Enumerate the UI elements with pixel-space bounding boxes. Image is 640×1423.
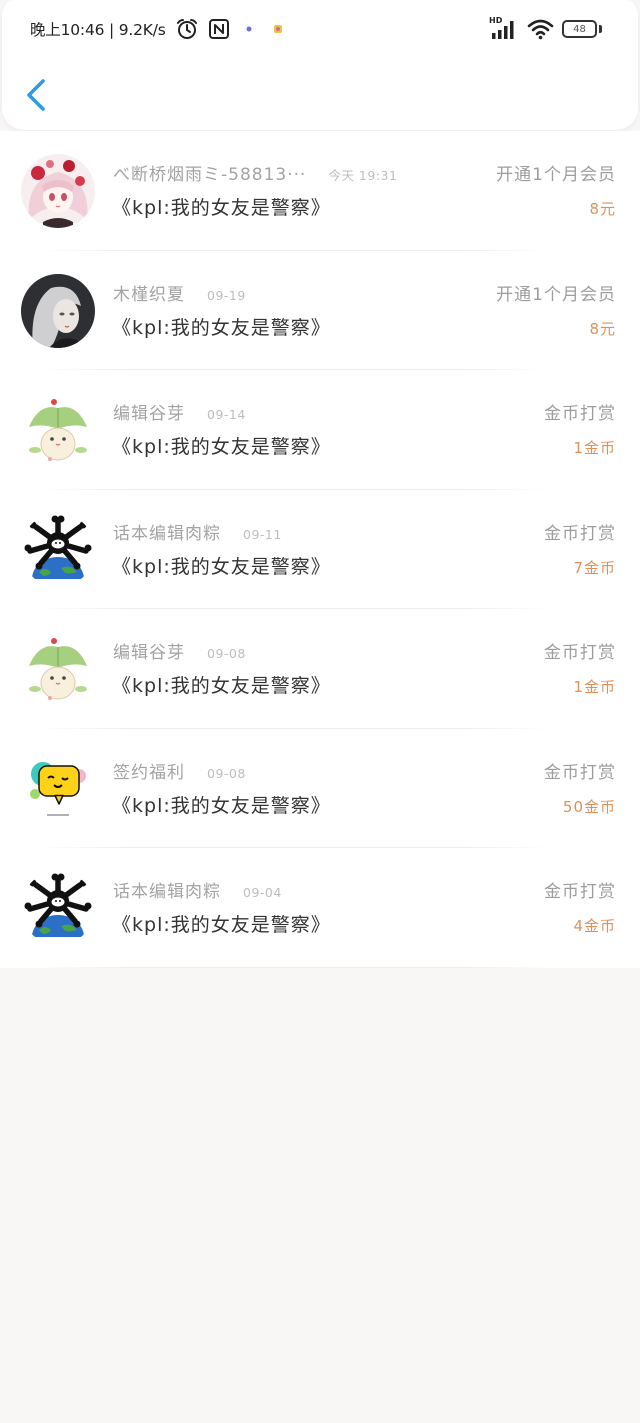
sender-name: 编辑谷芽 [113,404,185,424]
book-title: 《kpl:我的女友是警察》 [112,555,331,578]
top-nav: 晚上10:46 | 9.2K/s HD 48 [2,0,638,130]
sender-name: 话本编辑肉粽 [113,523,221,544]
sender-name: べ断桥烟雨ミ-58813··· [113,165,307,185]
book-title: 《kpl:我的女友是警察》 [112,436,331,458]
record-time: 09-11 [243,526,282,542]
nfc-icon [208,18,230,40]
book-title: 《kpl:我的女友是警察》 [112,316,331,339]
record-row[interactable]: 签约福利 09-08 金币打赏《kpl:我的女友是警察》 50金币 [0,729,640,848]
alarm-icon [175,17,199,41]
status-time-speed: 晚上10:46 | 9.2K/s [30,21,166,39]
leaf-bunny-avatar[interactable] [21,632,95,706]
status-bar: 晚上10:46 | 9.2K/s HD 48 [2,0,638,60]
record-header-line: 签约福利 09-08 [113,762,483,786]
reward-amount: 7金币 [573,558,616,577]
bones-earth-avatar[interactable] [21,871,95,945]
record-time: 09-08 [207,646,246,661]
record-time: 09-19 [207,287,246,303]
reward-record-list: べ断桥烟雨ミ-58813··· 今天 19:31 开通1个月会员 《kpl:我的女友是… [0,131,640,968]
reward-amount: 50金币 [562,797,616,816]
record-type: 开通1个月会员 [496,284,616,305]
record-header-line: 木槿织夏 09-19 [113,284,483,308]
record-type: 开通1个月会员 [496,165,616,185]
app-notification-icon [245,25,253,33]
anime-girl-avatar[interactable] [21,154,95,228]
record-time: 09-04 [243,885,282,900]
record-type: 金币打赏 [544,643,616,663]
chat-bubble-avatar[interactable] [21,751,95,826]
record-header-line: 话本编辑肉粽 09-11 [113,523,483,547]
record-type: 金币打赏 [544,882,616,902]
reward-amount: 1金币 [573,678,616,696]
book-title: 《kpl:我的女友是警察》 [112,675,331,697]
signal-icon: HD [489,16,519,41]
sender-name: 签约福利 [113,762,185,783]
wifi-icon [527,18,554,40]
reward-amount: 8元 [589,319,616,338]
dark-anime-avatar[interactable] [21,273,95,348]
bones-earth-avatar[interactable] [21,512,95,587]
battery-level: 48 [573,23,586,35]
sender-name: 编辑谷芽 [113,643,185,663]
record-type: 金币打赏 [544,762,616,783]
reward-amount: 4金币 [573,917,616,935]
leaf-bunny-avatar[interactable] [21,393,95,467]
record-row[interactable]: 编辑谷芽 09-08 金币打赏《kpl:我的女友是警察》 1金币 [0,609,640,729]
battery-body: 48 [562,20,597,38]
record-time: 09-08 [207,765,246,781]
record-row[interactable]: 编辑谷芽 09-14 金币打赏《kpl:我的女友是警察》 1金币 [0,370,640,490]
status-right: HD 48 [489,15,602,43]
record-row[interactable]: 话本编辑肉粽 09-04 金币打赏《kpl:我的女友是警察》 4金币 [0,848,640,968]
record-row[interactable]: 话本编辑肉粽 09-11 金币打赏《kpl:我的女友是警察》 7金币 [0,490,640,609]
book-title: 《kpl:我的女友是警察》 [112,197,331,219]
sender-name: 话本编辑肉粽 [113,882,221,902]
reward-amount: 8元 [589,200,616,218]
battery-tip [599,25,602,33]
book-title: 《kpl:我的女友是警察》 [112,794,331,817]
record-time: 今天 19:31 [328,168,398,183]
record-header-line: 编辑谷芽 09-14 [113,403,483,427]
app-notification-icon [272,23,284,35]
book-title: 《kpl:我的女友是警察》 [112,914,331,936]
status-left: 晚上10:46 | 9.2K/s [30,14,284,44]
record-type: 金币打赏 [544,523,616,544]
battery-icon: 48 [562,19,602,39]
reward-amount: 1金币 [573,439,616,457]
sender-name: 木槿织夏 [113,284,185,305]
record-header-line: べ断桥烟雨ミ-58813··· 今天 19:31 [113,164,483,188]
row-divider [40,966,550,968]
chevron-left-icon [27,79,45,111]
record-row[interactable]: べ断桥烟雨ミ-58813··· 今天 19:31 开通1个月会员《kpl:我的女友是… [0,131,640,251]
record-header-line: 编辑谷芽 09-08 [113,642,483,666]
record-type: 金币打赏 [544,404,616,424]
record-row[interactable]: 木槿织夏 09-19 开通1个月会员《kpl:我的女友是警察》 8元 [0,251,640,370]
back-button[interactable] [18,72,56,118]
record-header-line: 话本编辑肉粽 09-04 [113,881,483,905]
record-time: 09-14 [207,407,246,422]
